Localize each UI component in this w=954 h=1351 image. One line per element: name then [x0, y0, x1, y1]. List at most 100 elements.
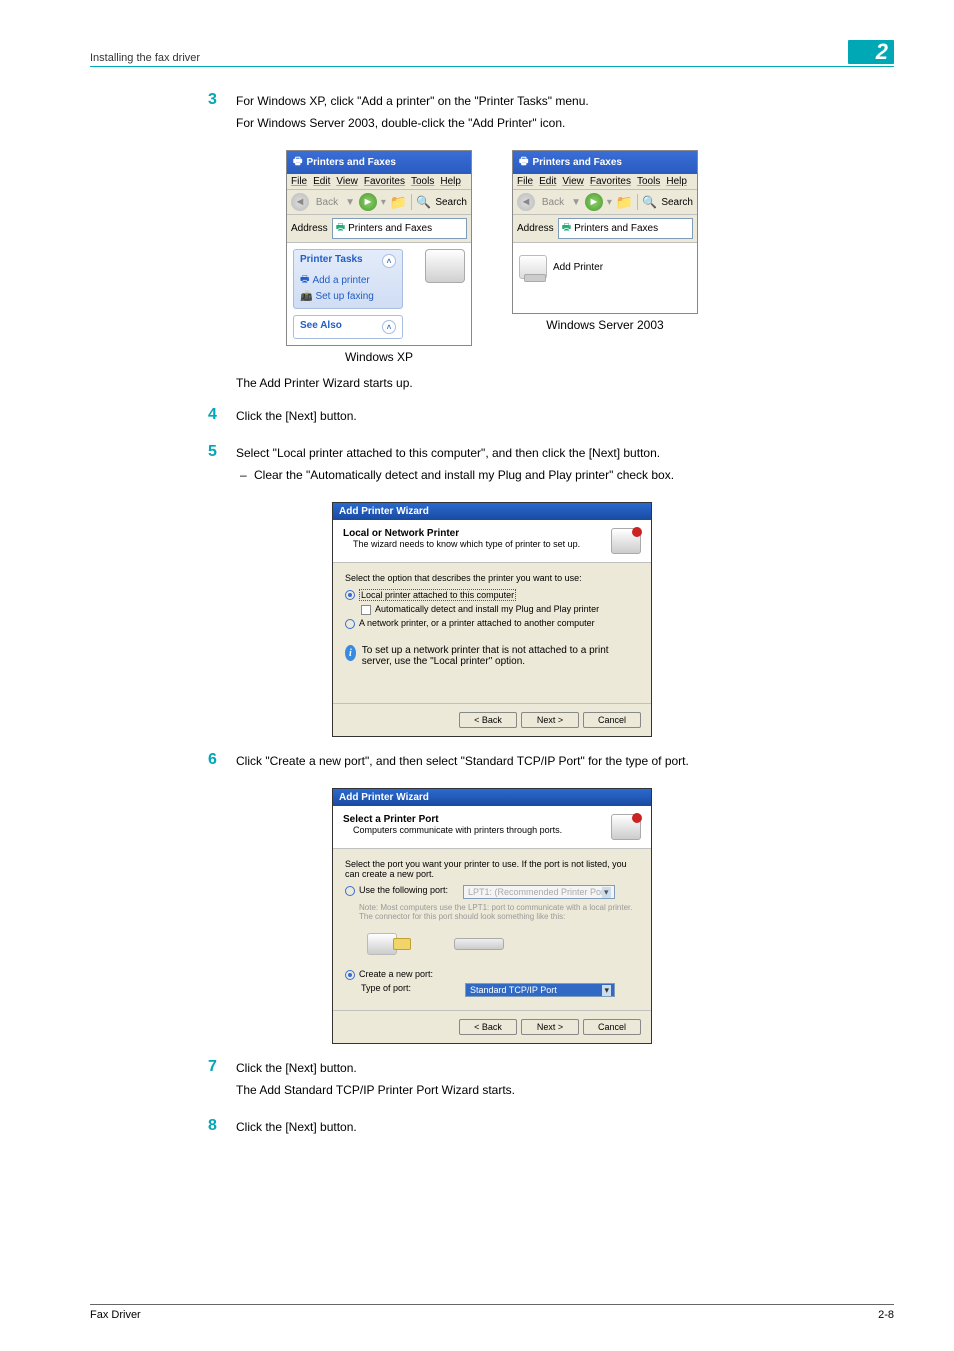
- menu-edit[interactable]: Edit: [313, 176, 330, 187]
- option-network-printer[interactable]: A network printer, or a printer attached…: [345, 618, 639, 629]
- menu-edit[interactable]: Edit: [539, 176, 556, 187]
- cancel-button[interactable]: Cancel: [583, 1019, 641, 1035]
- menu-help[interactable]: Help: [440, 176, 461, 187]
- set-up-faxing-link[interactable]: 📠 Set up faxing: [300, 291, 396, 302]
- checkbox-icon[interactable]: [361, 605, 371, 615]
- step-5-sub: Clear the "Automatically detect and inst…: [236, 466, 894, 484]
- menu-tools[interactable]: Tools: [637, 176, 660, 187]
- back-button[interactable]: Back: [313, 196, 341, 209]
- back-icon[interactable]: ◄: [517, 193, 535, 211]
- header-rule: [90, 66, 894, 67]
- dialog-subheading: Computers communicate with printers thro…: [353, 825, 562, 835]
- forward-icon[interactable]: ►: [359, 193, 377, 211]
- option-network-label: A network printer, or a printer attached…: [359, 618, 595, 628]
- search-icon[interactable]: 🔍: [642, 195, 657, 209]
- printer-icon: [611, 528, 641, 554]
- screenshot-caption: Windows XP: [286, 350, 472, 364]
- fax-icon: 📠: [300, 291, 312, 302]
- menu-favorites[interactable]: Favorites: [364, 176, 405, 187]
- type-of-port-label: Type of port:: [361, 983, 461, 993]
- footer-right: 2-8: [878, 1309, 894, 1321]
- up-folder-icon[interactable]: 📁: [390, 194, 407, 211]
- address-bar: Address 🖶 Printers and Faxes: [287, 215, 471, 243]
- add-printer-wizard-dialog-1: Add Printer Wizard Local or Network Prin…: [332, 502, 652, 737]
- printer-icon: 🖶: [519, 154, 528, 171]
- printer-tasks-panel: Printer Tasks ˄ 🖶 Add a printer 📠 Set up…: [293, 249, 403, 309]
- menu-help[interactable]: Help: [666, 176, 687, 187]
- window-title: Printers and Faxes: [306, 157, 395, 168]
- menubar[interactable]: File Edit View Favorites Tools Help: [287, 174, 471, 190]
- type-of-port-select[interactable]: Standard TCP/IP Port: [465, 983, 615, 997]
- next-button[interactable]: Next >: [521, 1019, 579, 1035]
- address-value: Printers and Faxes: [348, 223, 432, 234]
- menu-tools[interactable]: Tools: [411, 176, 434, 187]
- back-button[interactable]: < Back: [459, 712, 517, 728]
- back-icon[interactable]: ◄: [291, 193, 309, 211]
- dialog-prompt: Select the option that describes the pri…: [345, 573, 639, 583]
- add-printer-wizard-dialog-2: Add Printer Wizard Select a Printer Port…: [332, 788, 652, 1044]
- info-text: To set up a network printer that is not …: [362, 645, 639, 667]
- menu-file[interactable]: File: [291, 176, 307, 187]
- forward-icon[interactable]: ►: [585, 193, 603, 211]
- address-label: Address: [291, 223, 328, 234]
- chapter-number: 2: [848, 40, 894, 64]
- menu-file[interactable]: File: [517, 176, 533, 187]
- menu-view[interactable]: View: [336, 176, 358, 187]
- section-title: Installing the fax driver: [90, 52, 200, 64]
- step-3-line2: For Windows Server 2003, double-click th…: [236, 114, 894, 132]
- window-titlebar: 🖶 Printers and Faxes: [287, 151, 471, 174]
- add-printer-label: Add Printer: [553, 262, 603, 273]
- step-number: 5: [198, 443, 236, 488]
- dialog-heading: Local or Network Printer: [343, 528, 459, 539]
- dialog-heading: Select a Printer Port: [343, 814, 439, 825]
- back-button[interactable]: < Back: [459, 1019, 517, 1035]
- option-create-port[interactable]: Create a new port:: [345, 969, 639, 980]
- radio-icon[interactable]: [345, 590, 355, 600]
- option-auto-detect[interactable]: Automatically detect and install my Plug…: [361, 604, 639, 615]
- dialog-subheading: The wizard needs to know which type of p…: [353, 539, 580, 549]
- step-6-text: Click "Create a new port", and then sele…: [236, 752, 894, 770]
- search-icon[interactable]: 🔍: [416, 195, 431, 209]
- printer-tasks-heading: Printer Tasks: [300, 254, 363, 268]
- dialog-prompt: Select the port you want your printer to…: [345, 859, 639, 879]
- menu-view[interactable]: View: [562, 176, 584, 187]
- radio-icon[interactable]: [345, 970, 355, 980]
- option-use-port[interactable]: Use the following port: LPT1: (Recommend…: [345, 885, 639, 899]
- step-5-line1: Select "Local printer attached to this c…: [236, 444, 894, 462]
- step-3-line1: For Windows XP, click "Add a printer" on…: [236, 92, 894, 110]
- printer-icon: [611, 814, 641, 840]
- port-note: Note: Most computers use the LPT1: port …: [359, 903, 639, 921]
- radio-icon[interactable]: [345, 619, 355, 629]
- cancel-button[interactable]: Cancel: [583, 712, 641, 728]
- search-button[interactable]: Search: [435, 197, 467, 208]
- up-folder-icon[interactable]: 📁: [616, 194, 633, 211]
- menubar[interactable]: File Edit View Favorites Tools Help: [513, 174, 697, 190]
- step-number: 4: [198, 406, 236, 429]
- dialog-title: Add Printer Wizard: [333, 789, 651, 806]
- menu-favorites[interactable]: Favorites: [590, 176, 631, 187]
- step-7-line2: The Add Standard TCP/IP Printer Port Wiz…: [236, 1081, 894, 1099]
- dialog-title: Add Printer Wizard: [333, 503, 651, 520]
- add-printer-item[interactable]: Add Printer: [519, 255, 691, 279]
- back-button[interactable]: Back: [539, 196, 567, 209]
- option-local-printer[interactable]: Local printer attached to this computer: [345, 589, 639, 601]
- address-value: Printers and Faxes: [574, 223, 658, 234]
- port-illustration: [359, 927, 419, 961]
- printer-icon: [425, 249, 465, 283]
- add-a-printer-link[interactable]: 🖶 Add a printer: [300, 272, 396, 289]
- screenshot-printers-faxes-xp: 🖶 Printers and Faxes File Edit View Favo…: [286, 150, 472, 346]
- add-a-printer-label: Add a printer: [312, 275, 369, 286]
- chevron-up-icon[interactable]: ˄: [382, 320, 396, 334]
- window-title: Printers and Faxes: [532, 157, 621, 168]
- next-button[interactable]: Next >: [521, 712, 579, 728]
- step-number: 8: [198, 1117, 236, 1140]
- step-number: 7: [198, 1058, 236, 1103]
- toolbar: ◄ Back ▼ ► ▾ 📁 🔍 Search: [287, 190, 471, 215]
- address-field[interactable]: 🖶 Printers and Faxes: [332, 218, 467, 239]
- radio-icon[interactable]: [345, 886, 355, 896]
- address-field[interactable]: 🖶 Printers and Faxes: [558, 218, 693, 239]
- add-printer-icon: [519, 255, 547, 279]
- chevron-up-icon[interactable]: ˄: [382, 254, 396, 268]
- port-illustration: [449, 927, 509, 961]
- search-button[interactable]: Search: [661, 197, 693, 208]
